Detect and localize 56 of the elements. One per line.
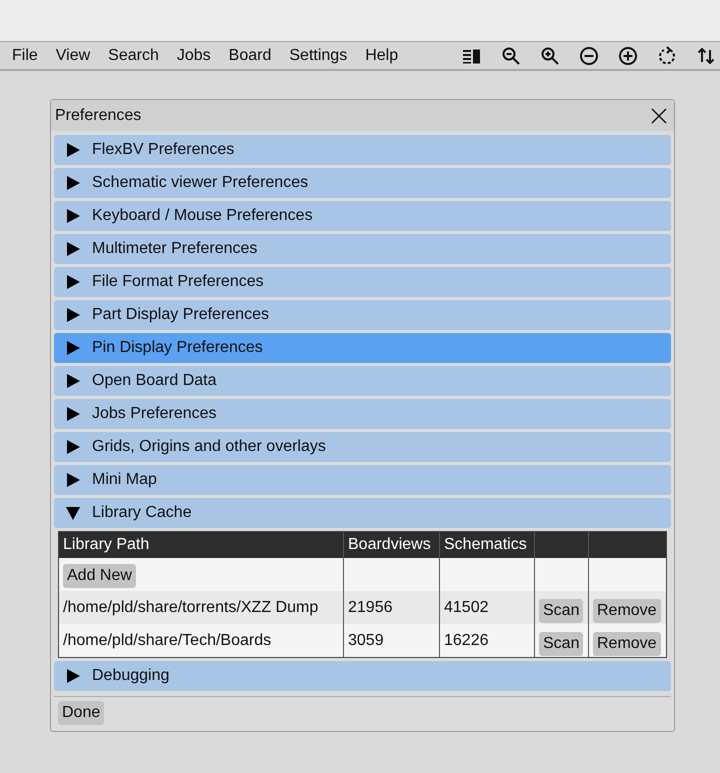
section-header[interactable]: Grids, Origins and other overlays	[54, 432, 671, 462]
section-header[interactable]: Pin Display Preferences	[54, 333, 671, 363]
section-header[interactable]: Keyboard / Mouse Preferences	[54, 201, 671, 231]
section-header[interactable]: Part Display Preferences	[54, 300, 671, 330]
table-cell: 3059	[348, 632, 384, 650]
triangle-right-icon	[66, 440, 80, 454]
remove-button[interactable]: Remove	[593, 632, 661, 656]
triangle-right-icon	[66, 143, 80, 157]
swap-arrows-icon[interactable]	[696, 46, 716, 66]
plus-circle-icon[interactable]	[618, 46, 638, 66]
section-header[interactable]: Open Board Data	[54, 366, 671, 396]
section-header[interactable]: Schematic viewer Preferences	[54, 168, 671, 198]
section-header[interactable]: Jobs Preferences	[54, 399, 671, 429]
table-cell: 21956	[348, 598, 392, 616]
column-header: Library Path	[59, 532, 344, 558]
triangle-right-icon	[66, 176, 80, 190]
section-header[interactable]: Library Cache	[54, 498, 671, 528]
scan-button[interactable]: Scan	[539, 632, 584, 656]
column-header: Schematics	[440, 532, 535, 558]
triangle-right-icon	[66, 242, 80, 256]
table-cell: /home/pld/share/Tech/Boards	[63, 632, 272, 650]
triangle-right-icon	[66, 209, 80, 223]
triangle-right-icon	[66, 669, 80, 683]
section-header[interactable]: File Format Preferences	[54, 267, 671, 297]
remove-button[interactable]: Remove	[593, 598, 661, 622]
menu-item[interactable]: Jobs	[176, 46, 211, 64]
scan-button[interactable]: Scan	[539, 598, 584, 622]
rotate-icon[interactable]	[657, 46, 677, 66]
column-header: Boardviews	[344, 532, 440, 558]
triangle-right-icon	[66, 275, 80, 289]
section-header[interactable]: Multimeter Preferences	[54, 234, 671, 264]
section-header[interactable]: Debugging	[54, 661, 671, 691]
triangle-right-icon	[66, 473, 80, 487]
triangle-right-icon	[66, 374, 80, 388]
triangle-right-icon	[66, 308, 80, 322]
add-new-button[interactable]: Add New	[63, 564, 136, 588]
done-button[interactable]: Done	[58, 701, 104, 725]
table-cell: /home/pld/share/torrents/XZZ Dump	[63, 598, 318, 616]
minus-circle-icon[interactable]	[579, 46, 599, 66]
menu-item[interactable]: Search	[108, 46, 159, 64]
menu-item[interactable]: View	[56, 46, 90, 64]
menu-item[interactable]: Help	[365, 46, 398, 64]
table-cell: 16226	[444, 632, 488, 650]
menu-item[interactable]: File	[12, 46, 38, 64]
zoom-in-icon[interactable]	[540, 46, 560, 66]
zoom-out-icon[interactable]	[501, 46, 521, 66]
section-header[interactable]: FlexBV Preferences	[54, 135, 671, 165]
close-icon[interactable]	[651, 108, 667, 124]
table-cell: 41502	[444, 598, 488, 616]
menu-item[interactable]: Settings	[289, 46, 348, 64]
section-header[interactable]: Mini Map	[54, 465, 671, 495]
dialog-title: Preferences	[55, 106, 142, 124]
triangle-down-icon	[66, 506, 80, 520]
menu-item[interactable]: Board	[228, 46, 272, 64]
triangle-right-icon	[66, 341, 80, 355]
triangle-right-icon	[66, 407, 80, 421]
